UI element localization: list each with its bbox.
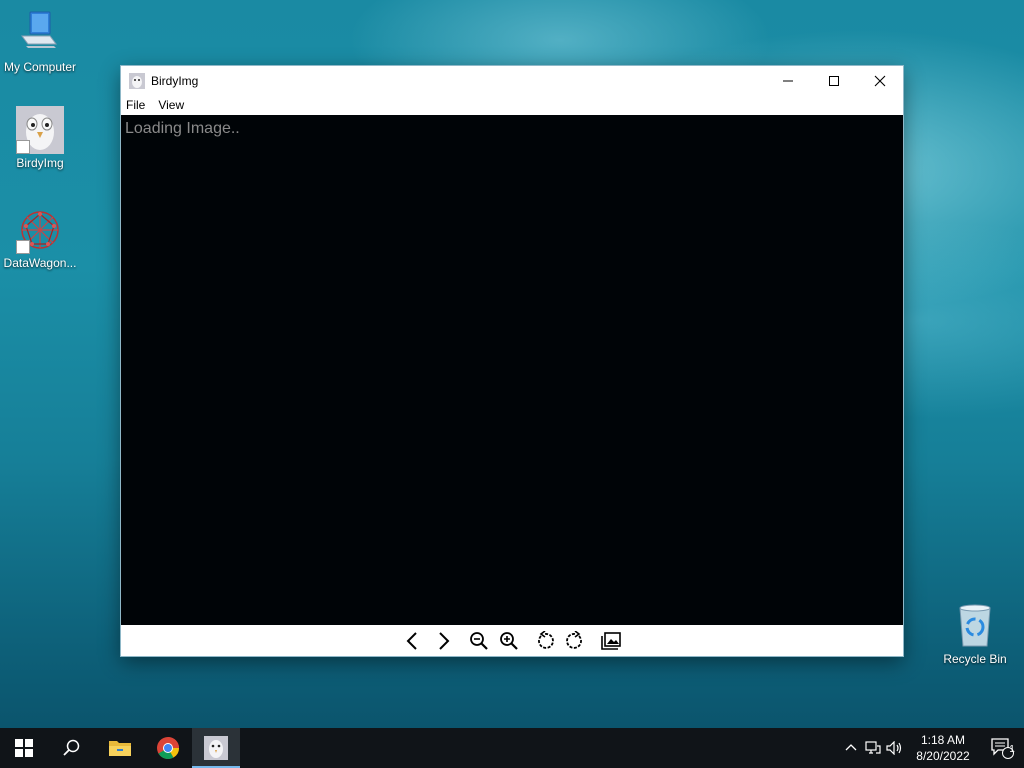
desktop-icon-my-computer[interactable]: My Computer	[0, 10, 80, 74]
speaker-icon	[886, 741, 902, 755]
chevron-left-icon	[406, 631, 417, 650]
next-button[interactable]	[428, 627, 458, 655]
system-tray: 1:18 AM 8/20/2022 1	[840, 728, 1024, 768]
start-button[interactable]	[0, 728, 48, 768]
desktop-icon-datawagon[interactable]: DataWagon...	[0, 206, 80, 270]
gallery-icon	[601, 631, 621, 650]
birdyimg-icon	[16, 106, 64, 154]
desktop-icon-label: BirdyImg	[16, 156, 64, 170]
minimize-button[interactable]	[765, 66, 811, 95]
folder-icon	[109, 741, 131, 756]
rotate-left-icon	[538, 630, 554, 649]
action-center-button[interactable]: 1	[980, 728, 1024, 768]
network-button[interactable]	[862, 728, 884, 768]
computer-icon	[16, 10, 64, 58]
taskbar-chrome[interactable]	[144, 728, 192, 768]
desktop-icon-label: Recycle Bin	[943, 652, 1007, 666]
rotate-right-button[interactable]	[560, 627, 590, 655]
datawagon-icon	[16, 206, 64, 254]
title-bar[interactable]: BirdyImg	[121, 66, 903, 95]
notification-count-badge: 1	[1009, 744, 1015, 755]
recycle-bin-icon	[951, 602, 999, 650]
birdyimg-icon	[204, 736, 228, 760]
menu-file[interactable]: File	[126, 98, 145, 112]
zoom-out-icon	[470, 631, 488, 650]
birdyimg-window: BirdyImg File View Loading Image..	[121, 66, 903, 656]
chevron-up-icon	[845, 744, 857, 751]
taskbar-clock[interactable]: 1:18 AM 8/20/2022	[906, 732, 980, 764]
zoom-in-icon	[500, 631, 518, 650]
image-viewer-canvas[interactable]: Loading Image..	[121, 115, 903, 625]
search-icon	[63, 739, 80, 756]
clock-time: 1:18 AM	[920, 733, 966, 747]
rotate-right-icon	[566, 630, 582, 649]
shortcut-arrow-icon	[16, 140, 30, 154]
zoom-out-button[interactable]	[464, 627, 494, 655]
network-icon	[865, 741, 881, 754]
menu-bar: File View	[121, 95, 903, 115]
loading-status-text: Loading Image..	[125, 120, 240, 137]
minimize-icon	[783, 80, 793, 81]
search-button[interactable]	[48, 728, 96, 768]
taskbar-birdyimg[interactable]	[192, 728, 240, 768]
window-title: BirdyImg	[151, 73, 199, 88]
previous-button[interactable]	[398, 627, 428, 655]
desktop-icon-birdyimg[interactable]: BirdyImg	[0, 106, 80, 170]
desktop-icon-recycle-bin[interactable]: Recycle Bin	[935, 602, 1015, 666]
show-hidden-icons-button[interactable]	[840, 728, 862, 768]
maximize-icon	[829, 75, 839, 86]
shortcut-arrow-icon	[16, 240, 30, 254]
desktop-icon-label: DataWagon...	[3, 256, 77, 270]
chevron-right-icon	[439, 631, 450, 650]
gallery-button[interactable]	[596, 627, 626, 655]
volume-button[interactable]	[884, 728, 906, 768]
zoom-in-button[interactable]	[494, 627, 524, 655]
desktop: My Computer BirdyImg DataWagon... Recycl…	[0, 0, 1024, 768]
close-icon	[874, 75, 886, 86]
taskbar-file-explorer[interactable]	[96, 728, 144, 768]
maximize-button[interactable]	[811, 66, 857, 95]
viewer-toolbar	[121, 625, 903, 656]
windows-start-icon	[15, 739, 33, 757]
clock-date: 8/20/2022	[916, 749, 970, 763]
close-button[interactable]	[857, 66, 903, 95]
app-icon	[129, 72, 145, 89]
menu-view[interactable]: View	[158, 98, 184, 112]
taskbar: 1:18 AM 8/20/2022 1	[0, 728, 1024, 768]
chrome-icon	[157, 737, 179, 759]
rotate-left-button[interactable]	[530, 627, 560, 655]
desktop-icon-label: My Computer	[3, 60, 77, 74]
